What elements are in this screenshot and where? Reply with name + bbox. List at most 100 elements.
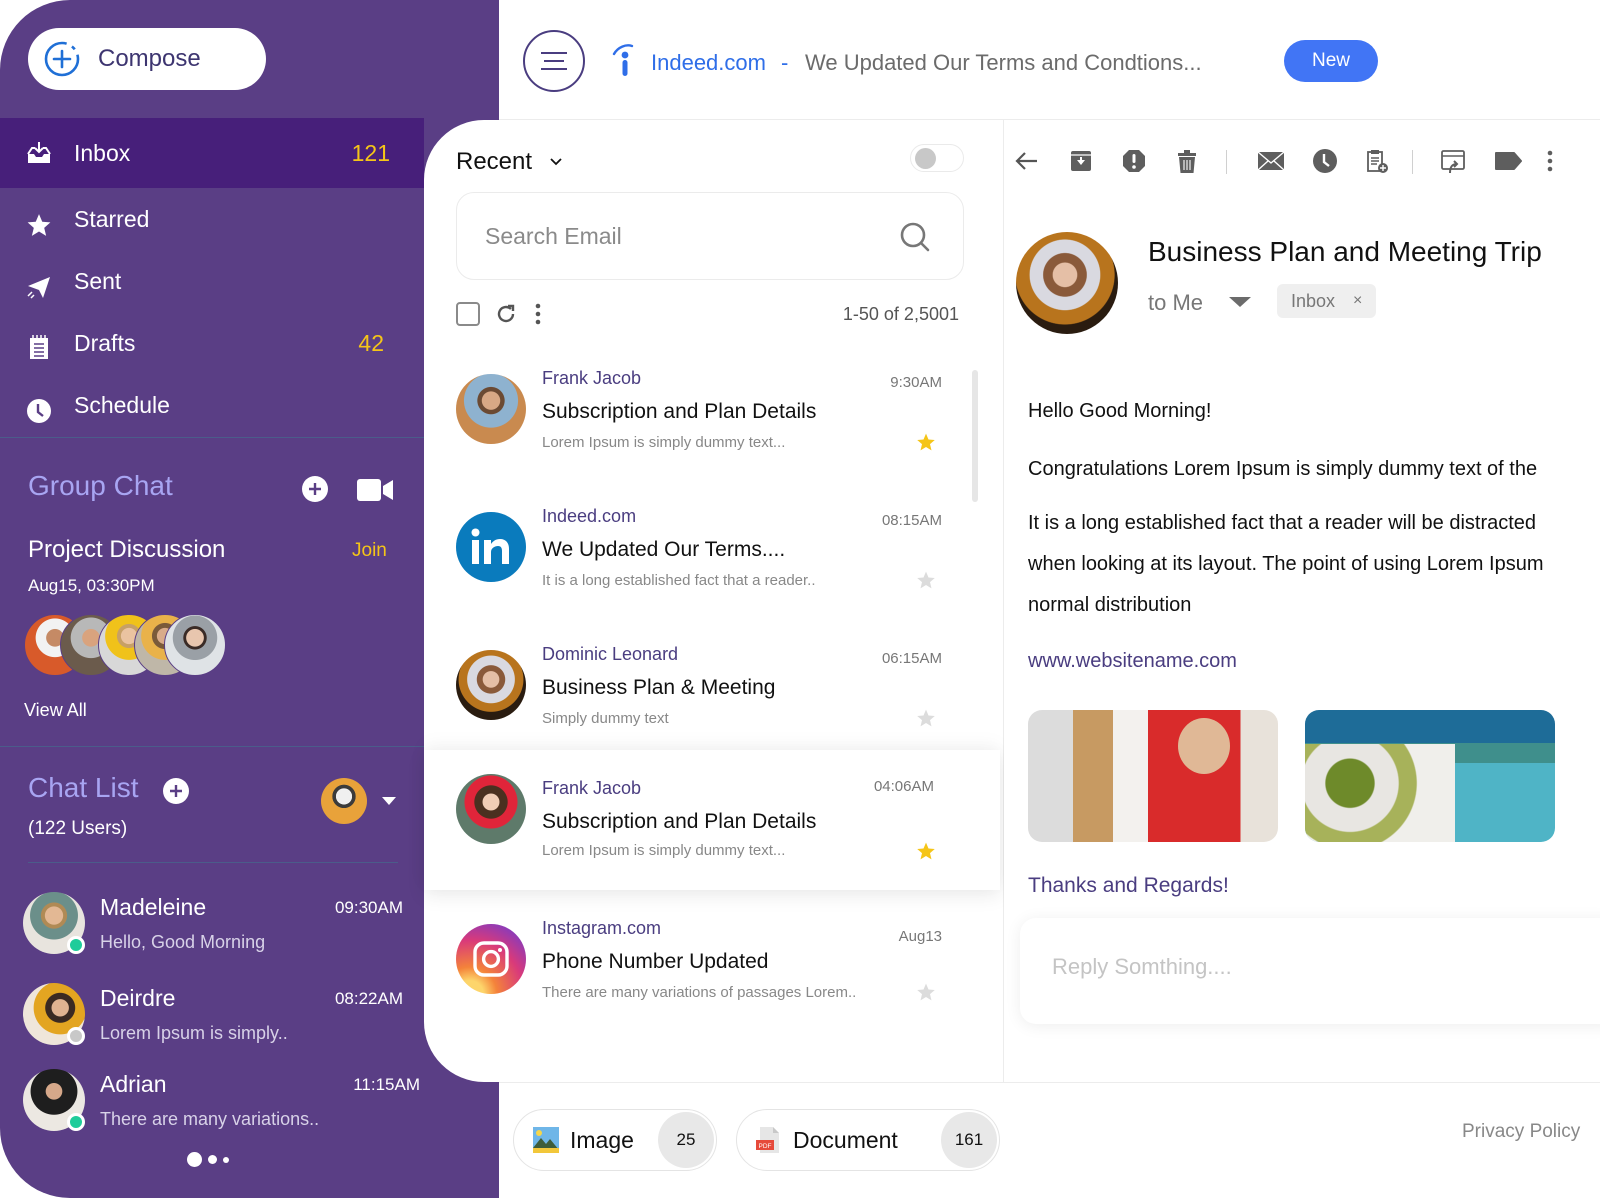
pager-dot-active[interactable] [187, 1152, 202, 1167]
email-row[interactable]: Instagram.com Aug13 Phone Number Updated… [424, 912, 1004, 1050]
back-icon[interactable] [1014, 148, 1040, 174]
chat-item[interactable]: Adrian 11:15AM There are many variations… [23, 1069, 420, 1135]
body-paragraph-line: when looking at its layout. The point of… [1028, 553, 1544, 575]
nav-label: Drafts [74, 329, 136, 356]
nav-label: Inbox [74, 139, 131, 166]
move-to-icon[interactable] [1440, 148, 1466, 174]
report-spam-icon[interactable] [1121, 148, 1147, 174]
star-icon[interactable] [916, 841, 936, 861]
add-chat-icon[interactable] [163, 778, 189, 804]
chip-count: 161 [941, 1112, 997, 1168]
delete-icon[interactable] [1174, 148, 1200, 174]
pager-dot[interactable] [223, 1156, 229, 1163]
recipient-label[interactable]: to Me [1148, 290, 1203, 316]
privacy-policy-link[interactable]: Privacy Policy [1462, 1121, 1580, 1143]
email-from: Dominic Leonard [542, 644, 679, 664]
add-group-icon[interactable] [302, 476, 328, 502]
online-status-dot [67, 936, 85, 954]
compose-label: Compose [98, 45, 201, 72]
toolbar-divider [1226, 150, 1227, 174]
star-outline-icon[interactable] [916, 570, 936, 590]
avatar [164, 614, 226, 676]
attachment-office-photo[interactable] [1028, 710, 1278, 842]
tag-label: Inbox [1291, 290, 1336, 311]
more-vertical-icon[interactable] [1544, 148, 1556, 174]
email-row[interactable]: Frank Jacob 9:30AM Subscription and Plan… [424, 362, 1004, 500]
email-row[interactable]: Indeed.com 08:15AM We Updated Our Terms.… [424, 500, 1004, 638]
search-input[interactable] [485, 222, 865, 250]
chat-user-count: (122 Users) [28, 818, 128, 839]
image-attachments-chip[interactable]: Image 25 [513, 1109, 717, 1171]
group-member-avatars[interactable] [24, 614, 234, 676]
email-preview: Lorem Ipsum is simply dummy text... [542, 434, 786, 451]
notification-sender[interactable]: Indeed.com [651, 50, 766, 76]
chat-pager [187, 1152, 229, 1167]
send-icon [27, 277, 50, 299]
nav-item-inbox[interactable]: Inbox 121 [0, 118, 424, 188]
email-from: Frank Jacob [542, 368, 642, 388]
divider [0, 437, 424, 438]
sender-avatar[interactable] [1016, 232, 1118, 334]
nav-item-drafts[interactable]: Drafts 42 [0, 312, 424, 374]
more-vertical-icon[interactable] [532, 302, 544, 326]
email-preview: There are many variations of passages Lo… [542, 984, 857, 1001]
join-button[interactable]: Join [352, 540, 387, 562]
view-all-link[interactable]: View All [24, 700, 87, 721]
email-time: 04:06AM [873, 778, 934, 795]
add-to-tasks-icon[interactable] [1364, 148, 1390, 174]
nav-item-schedule[interactable]: Schedule [0, 374, 424, 436]
chevron-down-icon[interactable] [382, 797, 396, 805]
chat-message: Lorem Ipsum is simply.. [100, 1023, 288, 1043]
email-from: Frank Jacob [542, 778, 642, 798]
divider [0, 746, 424, 747]
sender-avatar [456, 774, 526, 844]
email-preview: Simply dummy text [542, 710, 669, 727]
search-icon[interactable] [899, 221, 931, 253]
star-outline-icon[interactable] [916, 708, 936, 728]
body-paragraph-line: It is a long established fact that a rea… [1028, 512, 1537, 534]
archive-icon[interactable] [1068, 148, 1094, 174]
select-all-checkbox[interactable] [456, 302, 480, 326]
chat-item[interactable]: Madeleine 09:30AM Hello, Good Morning [23, 892, 403, 958]
group-meeting-datetime: Aug15, 03:30PM [28, 576, 155, 595]
recipient-details-caret-icon[interactable] [1229, 297, 1251, 307]
pagination-range: 1-50 of 2,5001 [842, 304, 959, 324]
hamburger-line [541, 68, 567, 70]
video-call-icon[interactable] [357, 478, 393, 502]
nav-label: Schedule [74, 391, 170, 418]
remove-tag-icon[interactable]: × [1353, 292, 1362, 310]
mark-unread-icon[interactable] [1256, 148, 1286, 174]
mail-nav: Inbox 121 Starred Sent Drafts 42 Schedul… [0, 118, 424, 436]
filter-label: Recent [456, 148, 533, 175]
indeed-logo-icon [612, 44, 634, 76]
menu-button[interactable] [523, 30, 585, 92]
pager-dot[interactable] [208, 1155, 217, 1164]
website-link[interactable]: www.websitename.com [1028, 650, 1237, 673]
nav-item-starred[interactable]: Starred [0, 188, 424, 250]
current-user-avatar[interactable] [321, 778, 367, 824]
reply-input[interactable] [1052, 954, 1552, 980]
new-button[interactable]: New [1284, 40, 1378, 82]
label-icon[interactable] [1494, 148, 1522, 174]
view-toggle[interactable] [910, 144, 964, 172]
inbox-icon [27, 142, 51, 163]
snooze-icon[interactable] [1312, 148, 1338, 174]
email-time: Aug13 [898, 928, 942, 945]
image-icon [533, 1127, 559, 1153]
sender-avatar [456, 374, 526, 444]
message-toolbar [1004, 144, 1600, 180]
recent-filter-dropdown[interactable]: Recent [456, 148, 562, 176]
photo-detail [1178, 718, 1230, 774]
compose-button[interactable]: Compose [28, 28, 266, 90]
notification-subject[interactable]: We Updated Our Terms and Condtions... [805, 50, 1202, 76]
star-icon[interactable] [916, 432, 936, 452]
email-row-selected[interactable]: Frank Jacob 04:06AM Subscription and Pla… [424, 750, 1000, 890]
pdf-icon: PDF [756, 1127, 779, 1153]
document-attachments-chip[interactable]: PDF Document 161 [736, 1109, 1000, 1171]
linkedin-logo-icon [456, 512, 526, 582]
star-outline-icon[interactable] [916, 982, 936, 1002]
chat-item[interactable]: Deirdre 08:22AM Lorem Ipsum is simply.. [23, 983, 403, 1049]
nav-item-sent[interactable]: Sent [0, 250, 424, 312]
attachment-resort-photo[interactable] [1305, 710, 1555, 842]
refresh-icon[interactable] [494, 302, 518, 326]
